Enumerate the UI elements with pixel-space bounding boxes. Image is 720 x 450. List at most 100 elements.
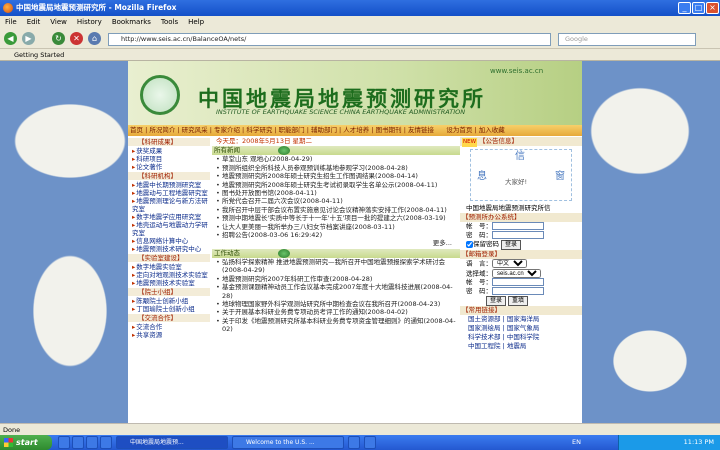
info-window: 信 息 窗 大家好! — [470, 149, 572, 201]
nav-favorite[interactable]: 加入收藏 — [479, 126, 505, 134]
sidebar-item[interactable]: 科研项目 — [128, 155, 210, 163]
link-row[interactable]: 国土资源部 | 国家海洋局 — [460, 315, 582, 324]
forward-icon[interactable]: ▶ — [22, 32, 35, 45]
menu-help[interactable]: Help — [183, 16, 209, 28]
news-item[interactable]: 让大人更美丽一我所举办三八妇女节档案讲座(2008-03-11) — [216, 223, 460, 232]
mail-password-input[interactable] — [492, 287, 544, 295]
lang-select[interactable]: 中文 — [492, 259, 527, 268]
menu-history[interactable]: History — [72, 16, 107, 28]
nav-library[interactable]: 图书期刊 — [376, 126, 402, 134]
news-item[interactable]: 预测中期地震长'实质中等长于十一年'十五'项目一批的提建之六(2008-03-1… — [216, 214, 460, 223]
back-icon[interactable]: ◀ — [4, 32, 17, 45]
windows-logo-icon — [4, 438, 13, 447]
mail-lang-row: 语 言： 中文 — [460, 259, 582, 269]
sidebar-item[interactable]: 数字地震实验室 — [128, 263, 210, 271]
work-item[interactable]: 地震预测研究所2007年科研工作审查(2008-04-28) — [216, 275, 460, 284]
task-button[interactable] — [348, 436, 360, 449]
news-item[interactable]: 招聘公告(2008-03-06 16:29:42) — [216, 231, 460, 240]
login-actions-row: 保留密码 登录 — [460, 240, 582, 250]
nav-home[interactable]: 首页 — [130, 126, 143, 134]
nav-departments[interactable]: 职能部门 — [279, 126, 305, 134]
bookmark-getting-started[interactable]: Getting Started — [14, 51, 64, 59]
login-header: 【预测所办公系统】 — [460, 213, 582, 222]
sidebar-item[interactable]: 数字地震学应用研究室 — [128, 213, 210, 221]
sidebar-item[interactable]: 获奖成果 — [128, 147, 210, 155]
minimize-button[interactable]: _ — [678, 2, 691, 14]
sidebar-item[interactable]: 论文著作 — [128, 163, 210, 171]
reload-icon[interactable]: ↻ — [52, 32, 65, 45]
account-input[interactable] — [492, 222, 544, 230]
news-item[interactable]: 预测所组织全所科技人员参观预训练基地参观学习(2008-04-28) — [216, 164, 460, 173]
news-item[interactable]: 地震预测研究所2008年硕士研究生考试初录取学生名单公示(2008-04-11) — [216, 181, 460, 190]
search-input[interactable]: Google — [558, 33, 696, 46]
maximize-button[interactable]: □ — [692, 2, 705, 14]
sidebar-item[interactable]: 交流合作 — [128, 323, 210, 331]
sidebar-item[interactable]: 地震预测技术研究中心 — [128, 245, 210, 253]
sidebar-item[interactable]: 地震预测技术实验室 — [128, 279, 210, 287]
sidebar-item[interactable]: 地震预测理论与新方法研究室 — [128, 197, 210, 213]
sidebar-item[interactable]: 信息网络计算中心 — [128, 237, 210, 245]
quicklaunch-icon[interactable] — [100, 436, 112, 449]
mail-login-button[interactable]: 登录 — [486, 296, 507, 306]
main-column: 今天是：2008年5月13日 星期二 所有新闻 草堂山东 观地心(2008-04… — [212, 137, 460, 423]
news-item[interactable]: 我所召开中层干部会议布置实施意见讨论会议精神落实安排工作(2008-04-11) — [216, 206, 460, 215]
menu-tools[interactable]: Tools — [156, 16, 183, 28]
sidebar-item[interactable]: 地震动与工程地震研究室 — [128, 189, 210, 197]
url-input[interactable]: http://www.seis.ac.cn/BalanceOA/nets/ — [108, 33, 551, 46]
news-item[interactable]: 地震预测研究所2008年硕士研究生招生工作图调结果(2008-04-14) — [216, 172, 460, 181]
work-header: 工作动态 — [212, 248, 460, 258]
sidebar-item[interactable]: 地震中长期预测研究室 — [128, 181, 210, 189]
work-item[interactable]: 基金预测课题精神动员工作会议基本完成2007年度十大地震科技进展(2008-04… — [216, 283, 460, 300]
mail-reset-button[interactable]: 重填 — [508, 296, 529, 306]
task-welcome[interactable]: Welcome to the U.S. ... — [232, 436, 344, 449]
status-bar: Done — [0, 423, 720, 435]
task-firefox-seis[interactable]: 中国地震局地震预... — [116, 436, 228, 449]
news-more-link[interactable]: 更多... — [212, 239, 460, 247]
work-item[interactable]: 关于印发《地震预测研究所基本科研业务费专项资金管理细则》的通知(2008-04-… — [216, 317, 460, 334]
password-input[interactable] — [492, 231, 544, 239]
sidebar-item[interactable]: 地壳运动与地震动力学研究室 — [128, 221, 210, 237]
menu-bookmarks[interactable]: Bookmarks — [107, 16, 156, 28]
sidebar-item[interactable]: 定向对地观测技术实验室 — [128, 271, 210, 279]
start-button[interactable]: start — [0, 435, 52, 450]
quicklaunch-icon[interactable] — [72, 436, 84, 449]
news-item[interactable]: 草堂山东 观地心(2008-04-29) — [216, 155, 460, 164]
menu-edit[interactable]: Edit — [22, 16, 46, 28]
news-item[interactable]: 所党代会召开二届六次会议(2008-04-11) — [216, 197, 460, 206]
link-row[interactable]: 国家测绘局 | 国家气象局 — [460, 324, 582, 333]
quicklaunch-icon[interactable] — [58, 436, 70, 449]
menu-file[interactable]: File — [0, 16, 22, 28]
web-page: www.seis.ac.cn 中国地震局地震预测研究所 INSTITUTE OF… — [128, 61, 582, 423]
nav-research[interactable]: 科学研究 — [246, 126, 272, 134]
link-row[interactable]: 中国工程院 | 地震局 — [460, 342, 582, 351]
sidebar-item[interactable]: 陈颙院士创新小组 — [128, 297, 210, 305]
close-button[interactable]: × — [706, 2, 719, 14]
mail-password-label: 密 码： — [466, 287, 492, 295]
sidebar-item[interactable]: 共享资源 — [128, 331, 210, 339]
language-indicator[interactable]: EN — [572, 435, 581, 450]
work-item[interactable]: 关于开展基本科研业务费专项动员考评工作的通知(2008-04-02) — [216, 308, 460, 317]
window-title-bar: 中国地震局地震预测研究所 - Mozilla Firefox — [0, 0, 720, 16]
login-button[interactable]: 登录 — [501, 240, 522, 250]
menu-view[interactable]: View — [45, 16, 72, 28]
task-button[interactable] — [364, 436, 376, 449]
home-icon[interactable]: ⌂ — [88, 32, 101, 45]
save-password-label: 保留密码 — [473, 240, 499, 248]
nav-about[interactable]: 所况简介 — [149, 126, 175, 134]
nav-set-home[interactable]: 设为首页 — [446, 126, 472, 134]
nav-experts[interactable]: 专家介绍 — [214, 126, 240, 134]
quicklaunch-icon[interactable] — [86, 436, 98, 449]
notice-header: NEW 【公告信息】 — [460, 137, 582, 147]
nav-training[interactable]: 人才培养 — [343, 126, 369, 134]
stop-icon[interactable]: ✕ — [70, 32, 83, 45]
work-item[interactable]: 弘扬科学探索精神 推进地震预测研究—我所召开中国地震预报探索学术研讨会(2008… — [216, 258, 460, 275]
nav-links[interactable]: 友情链接 — [408, 126, 434, 134]
sidebar-item[interactable]: 丁国瑜院士创新小组 — [128, 305, 210, 313]
clock: 11:13 PM — [683, 438, 714, 446]
nav-support[interactable]: 辅助部门 — [311, 126, 337, 134]
domain-select[interactable]: seis.ac.cn — [492, 268, 541, 278]
link-row[interactable]: 科学技术部 | 中国科学院 — [460, 333, 582, 342]
mail-account-input[interactable] — [492, 278, 544, 286]
save-password-checkbox[interactable] — [466, 240, 473, 248]
nav-style[interactable]: 研究风采 — [182, 126, 208, 134]
